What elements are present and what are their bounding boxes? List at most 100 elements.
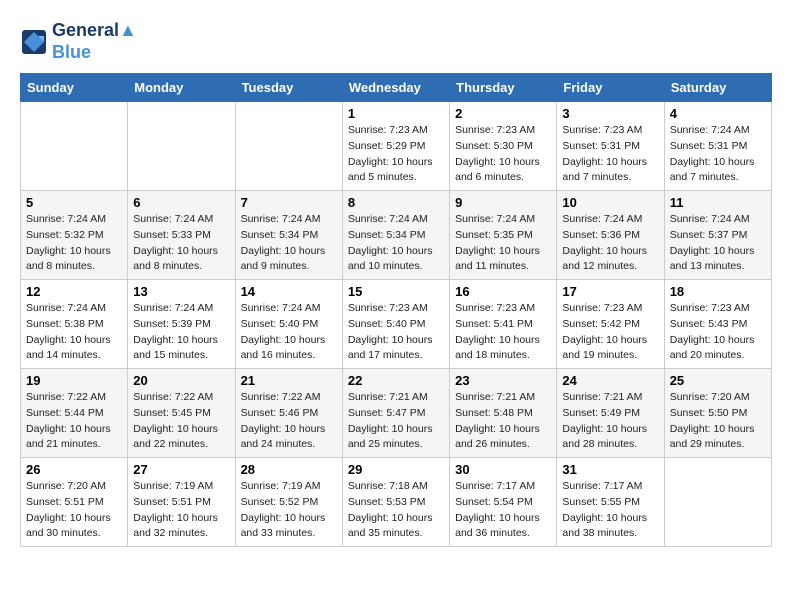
day-info-text: Sunrise: 7:23 AM Sunset: 5:31 PM Dayligh… [562, 123, 658, 186]
day-info-text: Sunrise: 7:20 AM Sunset: 5:51 PM Dayligh… [26, 479, 122, 542]
day-number: 11 [670, 195, 766, 210]
logo-text-line2: Blue [52, 42, 137, 64]
day-number: 29 [348, 462, 444, 477]
calendar-day-cell: 23 Sunrise: 7:21 AM Sunset: 5:48 PM Dayli… [450, 369, 557, 458]
calendar-day-cell: 19 Sunrise: 7:22 AM Sunset: 5:44 PM Dayli… [21, 369, 128, 458]
calendar-day-cell: 9Sunrise: 7:24 AM Sunset: 5:35 PM Daylig… [450, 191, 557, 280]
column-header-saturday: Saturday [664, 74, 771, 102]
day-info-text: Sunrise: 7:18 AM Sunset: 5:53 PM Dayligh… [348, 479, 444, 542]
calendar-day-cell: 26 Sunrise: 7:20 AM Sunset: 5:51 PM Dayli… [21, 458, 128, 547]
calendar-day-cell: 20Sunrise: 7:22 AM Sunset: 5:45 PM Dayli… [128, 369, 235, 458]
calendar-day-cell: 7Sunrise: 7:24 AM Sunset: 5:34 PM Daylig… [235, 191, 342, 280]
calendar-week-row: 12 Sunrise: 7:24 AM Sunset: 5:38 PM Dayli… [21, 280, 772, 369]
day-info-text: Sunrise: 7:20 AM Sunset: 5:50 PM Dayligh… [670, 390, 766, 453]
day-number: 17 [562, 284, 658, 299]
calendar-day-cell [664, 458, 771, 547]
calendar-week-row: 5 Sunrise: 7:24 AM Sunset: 5:32 PM Daylig… [21, 191, 772, 280]
day-info-text: Sunrise: 7:21 AM Sunset: 5:49 PM Dayligh… [562, 390, 658, 453]
calendar-day-cell: 24Sunrise: 7:21 AM Sunset: 5:49 PM Dayli… [557, 369, 664, 458]
day-info-text: Sunrise: 7:23 AM Sunset: 5:41 PM Dayligh… [455, 301, 551, 364]
day-info-text: Sunrise: 7:23 AM Sunset: 5:29 PM Dayligh… [348, 123, 444, 186]
day-info-text: Sunrise: 7:21 AM Sunset: 5:47 PM Dayligh… [348, 390, 444, 453]
day-info-text: Sunrise: 7:24 AM Sunset: 5:35 PM Dayligh… [455, 212, 551, 275]
day-number: 5 [26, 195, 122, 210]
calendar-day-cell: 25Sunrise: 7:20 AM Sunset: 5:50 PM Dayli… [664, 369, 771, 458]
day-number: 22 [348, 373, 444, 388]
calendar-day-cell: 5 Sunrise: 7:24 AM Sunset: 5:32 PM Daylig… [21, 191, 128, 280]
day-number: 12 [26, 284, 122, 299]
day-info-text: Sunrise: 7:24 AM Sunset: 5:38 PM Dayligh… [26, 301, 122, 364]
calendar-table: SundayMondayTuesdayWednesdayThursdayFrid… [20, 73, 772, 547]
calendar-day-cell: 29 Sunrise: 7:18 AM Sunset: 5:53 PM Dayli… [342, 458, 449, 547]
calendar-header-row: SundayMondayTuesdayWednesdayThursdayFrid… [21, 74, 772, 102]
column-header-sunday: Sunday [21, 74, 128, 102]
day-number: 19 [26, 373, 122, 388]
day-info-text: Sunrise: 7:21 AM Sunset: 5:48 PM Dayligh… [455, 390, 551, 453]
day-number: 7 [241, 195, 337, 210]
calendar-week-row: 19 Sunrise: 7:22 AM Sunset: 5:44 PM Dayli… [21, 369, 772, 458]
day-number: 3 [562, 106, 658, 121]
day-info-text: Sunrise: 7:22 AM Sunset: 5:44 PM Dayligh… [26, 390, 122, 453]
calendar-day-cell: 22 Sunrise: 7:21 AM Sunset: 5:47 PM Dayli… [342, 369, 449, 458]
day-number: 4 [670, 106, 766, 121]
calendar-day-cell: 27 Sunrise: 7:19 AM Sunset: 5:51 PM Dayli… [128, 458, 235, 547]
calendar-day-cell: 21 Sunrise: 7:22 AM Sunset: 5:46 PM Dayli… [235, 369, 342, 458]
day-number: 21 [241, 373, 337, 388]
calendar-week-row: 1 Sunrise: 7:23 AM Sunset: 5:29 PM Daylig… [21, 102, 772, 191]
day-info-text: Sunrise: 7:24 AM Sunset: 5:39 PM Dayligh… [133, 301, 229, 364]
column-header-wednesday: Wednesday [342, 74, 449, 102]
calendar-day-cell: 28Sunrise: 7:19 AM Sunset: 5:52 PM Dayli… [235, 458, 342, 547]
day-info-text: Sunrise: 7:23 AM Sunset: 5:30 PM Dayligh… [455, 123, 551, 186]
column-header-tuesday: Tuesday [235, 74, 342, 102]
day-number: 1 [348, 106, 444, 121]
logo-text-line1: General▲ [52, 20, 137, 42]
day-number: 10 [562, 195, 658, 210]
day-info-text: Sunrise: 7:19 AM Sunset: 5:51 PM Dayligh… [133, 479, 229, 542]
day-info-text: Sunrise: 7:22 AM Sunset: 5:45 PM Dayligh… [133, 390, 229, 453]
calendar-day-cell: 16 Sunrise: 7:23 AM Sunset: 5:41 PM Dayli… [450, 280, 557, 369]
day-number: 2 [455, 106, 551, 121]
day-info-text: Sunrise: 7:23 AM Sunset: 5:42 PM Dayligh… [562, 301, 658, 364]
calendar-day-cell: 4 Sunrise: 7:24 AM Sunset: 5:31 PM Daylig… [664, 102, 771, 191]
calendar-day-cell: 2 Sunrise: 7:23 AM Sunset: 5:30 PM Daylig… [450, 102, 557, 191]
page-header: General▲ Blue [20, 20, 772, 63]
calendar-day-cell: 12 Sunrise: 7:24 AM Sunset: 5:38 PM Dayli… [21, 280, 128, 369]
logo-icon [20, 28, 48, 56]
logo: General▲ Blue [20, 20, 137, 63]
calendar-day-cell: 31Sunrise: 7:17 AM Sunset: 5:55 PM Dayli… [557, 458, 664, 547]
calendar-day-cell [21, 102, 128, 191]
day-number: 16 [455, 284, 551, 299]
day-number: 15 [348, 284, 444, 299]
calendar-week-row: 26 Sunrise: 7:20 AM Sunset: 5:51 PM Dayli… [21, 458, 772, 547]
day-number: 27 [133, 462, 229, 477]
column-header-friday: Friday [557, 74, 664, 102]
day-info-text: Sunrise: 7:24 AM Sunset: 5:32 PM Dayligh… [26, 212, 122, 275]
day-number: 26 [26, 462, 122, 477]
day-info-text: Sunrise: 7:23 AM Sunset: 5:43 PM Dayligh… [670, 301, 766, 364]
calendar-day-cell: 14 Sunrise: 7:24 AM Sunset: 5:40 PM Dayli… [235, 280, 342, 369]
day-info-text: Sunrise: 7:24 AM Sunset: 5:37 PM Dayligh… [670, 212, 766, 275]
day-info-text: Sunrise: 7:17 AM Sunset: 5:54 PM Dayligh… [455, 479, 551, 542]
day-number: 23 [455, 373, 551, 388]
calendar-day-cell: 10 Sunrise: 7:24 AM Sunset: 5:36 PM Dayli… [557, 191, 664, 280]
column-header-monday: Monday [128, 74, 235, 102]
day-info-text: Sunrise: 7:24 AM Sunset: 5:31 PM Dayligh… [670, 123, 766, 186]
calendar-day-cell: 18 Sunrise: 7:23 AM Sunset: 5:43 PM Dayli… [664, 280, 771, 369]
day-info-text: Sunrise: 7:24 AM Sunset: 5:34 PM Dayligh… [348, 212, 444, 275]
day-number: 14 [241, 284, 337, 299]
calendar-day-cell: 11 Sunrise: 7:24 AM Sunset: 5:37 PM Dayli… [664, 191, 771, 280]
calendar-day-cell: 13Sunrise: 7:24 AM Sunset: 5:39 PM Dayli… [128, 280, 235, 369]
day-info-text: Sunrise: 7:24 AM Sunset: 5:40 PM Dayligh… [241, 301, 337, 364]
column-header-thursday: Thursday [450, 74, 557, 102]
day-info-text: Sunrise: 7:23 AM Sunset: 5:40 PM Dayligh… [348, 301, 444, 364]
day-number: 18 [670, 284, 766, 299]
day-info-text: Sunrise: 7:19 AM Sunset: 5:52 PM Dayligh… [241, 479, 337, 542]
day-number: 6 [133, 195, 229, 210]
calendar-day-cell: 8Sunrise: 7:24 AM Sunset: 5:34 PM Daylig… [342, 191, 449, 280]
calendar-day-cell: 30 Sunrise: 7:17 AM Sunset: 5:54 PM Dayli… [450, 458, 557, 547]
day-info-text: Sunrise: 7:24 AM Sunset: 5:36 PM Dayligh… [562, 212, 658, 275]
calendar-day-cell: 1 Sunrise: 7:23 AM Sunset: 5:29 PM Daylig… [342, 102, 449, 191]
day-number: 30 [455, 462, 551, 477]
day-info-text: Sunrise: 7:22 AM Sunset: 5:46 PM Dayligh… [241, 390, 337, 453]
calendar-day-cell: 3 Sunrise: 7:23 AM Sunset: 5:31 PM Daylig… [557, 102, 664, 191]
